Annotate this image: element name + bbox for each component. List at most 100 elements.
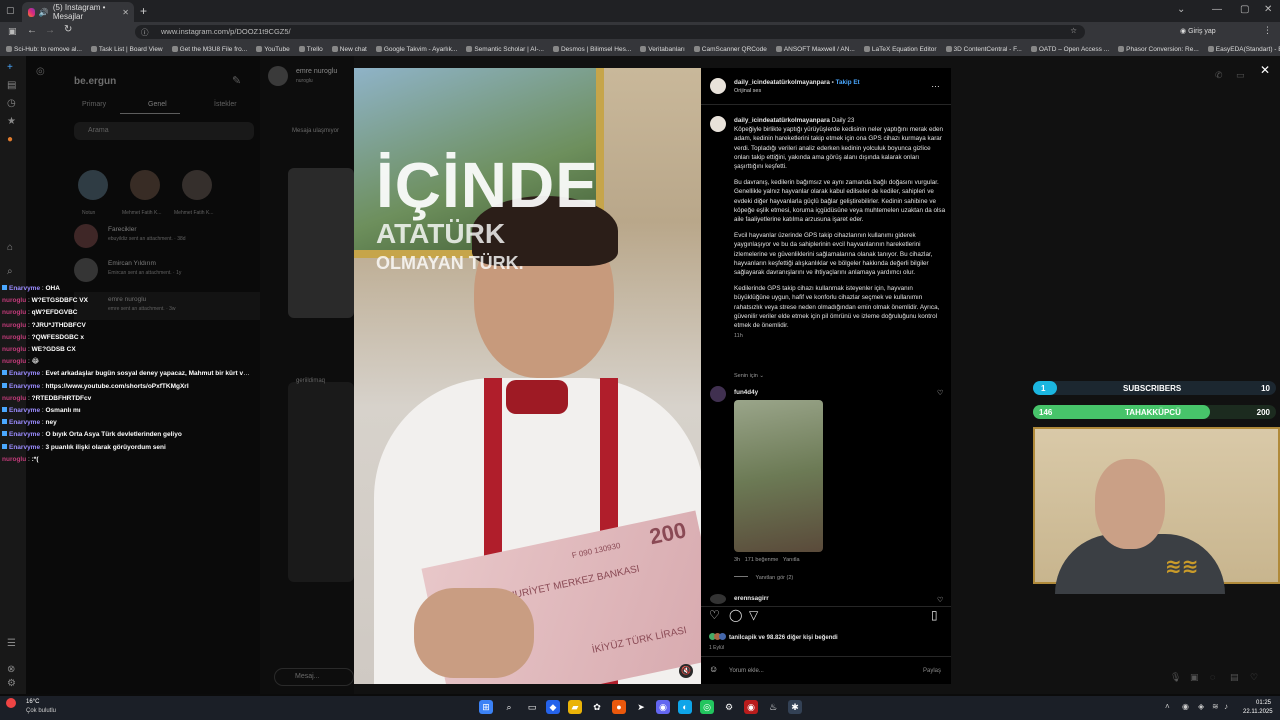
post-comment-button[interactable]: Paylaş	[923, 667, 941, 676]
bookmark-item[interactable]: LaTeX Equation Editor	[864, 46, 937, 53]
likes-summary[interactable]: tanilcapik ve 98.826 diğer kişi beğendi	[709, 633, 838, 643]
reload-icon[interactable]: ↻	[64, 24, 72, 35]
view-replies-button[interactable]: Yanıtları gör (2)	[734, 574, 793, 583]
comment-input[interactable]: Yorum ekle...	[729, 667, 764, 676]
for-you-dropdown[interactable]: Senin için ⌄	[734, 372, 764, 381]
speaker-icon[interactable]: 🔊	[39, 8, 49, 17]
steam-icon[interactable]: ♨	[766, 700, 780, 714]
edge-icon[interactable]: ◐	[678, 700, 692, 714]
taskbar-search-icon[interactable]: ⌕	[502, 700, 516, 714]
home-icon[interactable]: ⌂	[7, 242, 19, 254]
discord-icon[interactable]: ◉	[656, 700, 670, 714]
copilot-icon[interactable]: ◆	[546, 700, 560, 714]
favorites-icon[interactable]: ★	[7, 116, 19, 128]
share-send-icon[interactable]: ▽	[749, 609, 758, 621]
url-field[interactable]: ⓘ www.instagram.com/p/DOOZ1t9CGZ5/ ☆	[135, 25, 1085, 39]
bookmark-item[interactable]: Trello	[299, 46, 323, 53]
video-call-icon[interactable]: ▭	[1236, 70, 1245, 81]
weather-icon[interactable]	[6, 698, 16, 708]
heart-icon[interactable]: ♡	[1250, 672, 1258, 683]
profile-signin-button[interactable]: ◉ Giriş yap	[1180, 27, 1216, 35]
bookmark-item[interactable]: Desmos | Bilimsel Hes...	[553, 46, 631, 53]
comment-like-icon[interactable]: ♡	[937, 389, 943, 398]
story-avatar[interactable]	[182, 170, 212, 200]
mute-toggle-icon[interactable]: 🔇	[679, 664, 693, 678]
settings-gear-icon[interactable]: ⚙	[7, 678, 19, 690]
save-bookmark-icon[interactable]: ▯	[931, 609, 938, 621]
bookmark-item[interactable]: New chat	[332, 46, 367, 53]
tab-menu-icon[interactable]: ▢	[6, 5, 15, 16]
chatgpt-icon[interactable]: ✿	[590, 700, 604, 714]
follow-button[interactable]: Takip Et	[836, 79, 860, 86]
commenter-avatar[interactable]	[710, 386, 726, 402]
threads-icon[interactable]: ⊗	[7, 664, 19, 676]
sidebar-toggle-icon[interactable]: ▣	[8, 26, 17, 37]
close-window-button[interactable]: ✕	[1264, 4, 1272, 15]
gif-icon[interactable]: ▤	[1230, 672, 1239, 683]
tray-chevron-icon[interactable]: ˄	[1165, 702, 1170, 711]
firefox-icon[interactable]: ●	[612, 700, 626, 714]
maximize-button[interactable]: ▢	[1240, 4, 1249, 15]
tab-requests[interactable]: İstekler	[214, 101, 237, 108]
search-input[interactable]: Arama	[74, 122, 254, 140]
bookmark-item[interactable]: Task List | Board View	[91, 46, 163, 53]
browser-menu-icon[interactable]: ⋮	[1263, 25, 1272, 36]
author-username[interactable]: daily_icindeatatürkolmayanpara	[734, 79, 830, 86]
clock-time[interactable]: 01:25	[1256, 700, 1271, 706]
thread-item[interactable]: Farecikler ebuyildiz sent an attachment.…	[74, 222, 264, 250]
weather-desc[interactable]: Çok bulutlu	[26, 708, 56, 714]
shared-post-preview[interactable]	[288, 382, 354, 582]
shared-reel-preview[interactable]	[288, 168, 354, 318]
sticker-icon[interactable]: ◌	[1210, 672, 1215, 682]
history-icon[interactable]: ◷	[7, 98, 19, 110]
start-windows-icon[interactable]: ⊞	[479, 700, 493, 714]
weather-temp[interactable]: 16°C	[26, 699, 39, 705]
dm-username[interactable]: be.ergun	[74, 76, 116, 87]
close-tab-icon[interactable]: ✕	[122, 8, 129, 17]
story-avatar[interactable]	[130, 170, 160, 200]
tray-app-icon[interactable]: ◈	[1198, 702, 1204, 711]
tab-primary[interactable]: Primary	[82, 101, 106, 108]
search-icon[interactable]: ⌕	[7, 266, 19, 278]
compose-icon[interactable]: ✎	[232, 74, 241, 87]
bookmark-item[interactable]: OATD – Open Access ...	[1031, 46, 1109, 53]
story-avatar[interactable]	[78, 170, 108, 200]
site-info-icon[interactable]: ⓘ	[141, 27, 149, 38]
bookmark-item[interactable]: Sci-Hub: to remove al...	[6, 46, 82, 53]
settings-gear-icon[interactable]: ⚙	[722, 700, 736, 714]
file-explorer-icon[interactable]: ▰	[568, 700, 582, 714]
task-view-icon[interactable]: ▭	[525, 700, 539, 714]
conversation-avatar[interactable]	[268, 66, 288, 86]
browser-tab-instagram[interactable]: 🔊 (5) Instagram • Mesajlar ✕	[22, 2, 134, 22]
caption-avatar[interactable]	[710, 116, 726, 132]
bookmark-item[interactable]: Google Takvim - Ayarlık...	[376, 46, 457, 53]
message-input[interactable]: Mesaj...	[274, 668, 354, 686]
bookmark-item[interactable]: CamScanner QRCode	[694, 46, 767, 53]
forward-arrow-icon[interactable]: →	[45, 25, 55, 36]
new-tab-button[interactable]: +	[140, 4, 147, 18]
bookmark-item[interactable]: Get the M3U8 File fro...	[172, 46, 248, 53]
send-app-icon[interactable]: ➤	[634, 700, 648, 714]
comment-username[interactable]: fun4d4y	[734, 388, 758, 397]
tab-general[interactable]: Genel	[148, 101, 167, 108]
comment-like-icon[interactable]: ♡	[937, 596, 943, 605]
bookmark-item[interactable]: Phasor Conversion: Re...	[1118, 46, 1199, 53]
caption-author[interactable]: daily_icindeatatürkolmayanpara	[734, 117, 830, 124]
comment-media[interactable]	[734, 400, 823, 552]
tab-search-icon[interactable]: ⌄	[1177, 4, 1185, 15]
bookmark-item[interactable]: EasyEDA(Standart) - B...	[1208, 46, 1280, 53]
spotify-icon[interactable]: ◎	[700, 700, 714, 714]
thread-item[interactable]: Emircan Yıldırım Emircan sent an attachm…	[74, 256, 264, 284]
more-options-icon[interactable]: …	[931, 79, 940, 89]
bookmark-item[interactable]: YouTube	[256, 46, 290, 53]
comment-username[interactable]: erennsagirr	[734, 594, 769, 603]
conversation-name[interactable]: emre nuroglu	[296, 68, 337, 75]
tray-app-icon[interactable]: ◉	[1182, 702, 1189, 711]
phone-icon[interactable]: ✆	[1215, 70, 1223, 81]
image-icon[interactable]: ▣	[1190, 672, 1199, 683]
app-icon[interactable]: ✱	[788, 700, 802, 714]
emoji-icon[interactable]: ☺	[709, 664, 718, 674]
extension-icon[interactable]: ●	[7, 134, 19, 146]
back-arrow-icon[interactable]: ←	[27, 25, 37, 36]
bookmark-star-icon[interactable]: ☆	[1070, 26, 1077, 35]
